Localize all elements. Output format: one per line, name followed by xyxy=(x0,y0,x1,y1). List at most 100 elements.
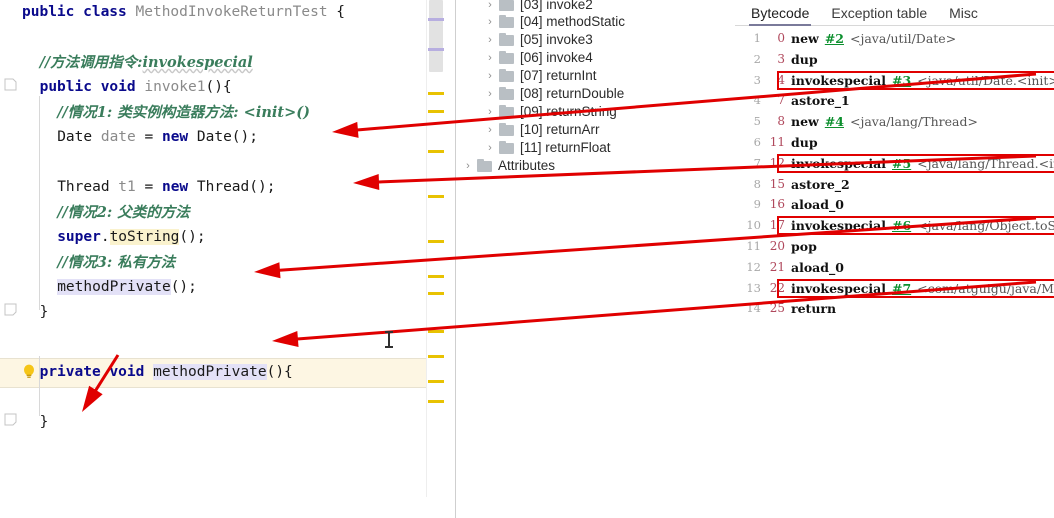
scrollbar-thumb[interactable] xyxy=(429,0,443,72)
warning-marker[interactable] xyxy=(428,292,444,295)
bytecode-row[interactable]: 13 22 invokespecial #7 <com/atguigu/java/Met… xyxy=(735,278,1054,299)
code-token: new xyxy=(161,179,197,195)
constant-pool-ref-link[interactable]: #2 xyxy=(825,31,844,46)
bytecode-row[interactable]: 5 8 new #4 <java/lang/Thread> xyxy=(735,111,1054,132)
bytecode-opcode-text: invokespecial xyxy=(791,218,886,234)
code-editor-pane[interactable]: public class MethodInvokeReturnTest {//方… xyxy=(0,0,452,497)
chevron-right-icon[interactable]: › xyxy=(482,103,498,121)
tree-item-label: Attributes xyxy=(498,158,556,173)
bytecode-opcode-text: dup xyxy=(791,135,818,150)
tree-item-label: [11] returnFloat xyxy=(520,140,611,155)
ide-window: public class MethodInvokeReturnTest {//方… xyxy=(0,0,1054,518)
warning-marker[interactable] xyxy=(428,355,444,358)
bytecode-tab-bar[interactable]: Bytecode Exception table Misc xyxy=(735,0,1054,26)
tree-item-11-returnfloat[interactable]: › [11] returnFloat xyxy=(456,139,611,157)
bytecode-row[interactable]: 14 25 return xyxy=(735,298,1054,319)
constant-pool-ref-link[interactable]: #7 xyxy=(892,281,911,296)
warning-marker[interactable] xyxy=(428,400,444,403)
warning-marker[interactable] xyxy=(428,240,444,243)
warning-marker[interactable] xyxy=(428,110,444,113)
bytecode-offset: 11 xyxy=(769,135,785,149)
tree-item-05-invoke3[interactable]: › [05] invoke3 xyxy=(456,31,593,49)
warning-marker[interactable] xyxy=(428,330,444,333)
info-marker[interactable] xyxy=(428,18,444,21)
folder-icon xyxy=(498,123,515,137)
bytecode-row[interactable]: 4 7 astore_1 xyxy=(735,90,1054,111)
chevron-right-icon[interactable]: › xyxy=(482,31,498,49)
chevron-right-icon[interactable]: › xyxy=(482,0,498,14)
bytecode-row[interactable]: 9 16 aload_0 xyxy=(735,194,1054,215)
tree-item-07-returnint[interactable]: › [07] returnInt xyxy=(456,67,596,85)
code-token: //情况2: 父类的方法 xyxy=(57,204,190,221)
tab-exception-table[interactable]: Exception table xyxy=(831,0,927,26)
info-marker[interactable] xyxy=(428,48,444,51)
constant-pool-ref-link[interactable]: #5 xyxy=(892,156,911,171)
bytecode-opcode-text: invokespecial xyxy=(791,155,886,171)
tree-item-04-methodstatic[interactable]: › [04] methodStatic xyxy=(456,13,625,31)
tab-misc[interactable]: Misc xyxy=(949,0,978,26)
bytecode-offset: 25 xyxy=(769,301,785,316)
folder-icon xyxy=(498,87,515,101)
tree-item-label: [03] invoke2 xyxy=(520,0,593,12)
code-token: Date(); xyxy=(196,129,258,145)
bytecode-row[interactable]: 6 11 dup xyxy=(735,132,1054,153)
bytecode-opcode-text: new xyxy=(791,31,819,46)
tree-item-03-invoke2[interactable]: › [03] invoke2 xyxy=(456,0,593,14)
warning-marker[interactable] xyxy=(428,275,444,278)
chevron-right-icon[interactable]: › xyxy=(482,67,498,85)
fold-marker-end-method-private[interactable] xyxy=(4,413,17,426)
bytecode-opcode: dup xyxy=(791,49,818,70)
bytecode-descriptor: <com/atguigu/java/Metho xyxy=(917,280,1054,296)
warning-marker[interactable] xyxy=(428,380,444,383)
fold-marker-end-invoke1[interactable] xyxy=(4,303,17,316)
chevron-right-icon[interactable]: › xyxy=(482,139,498,157)
chevron-right-icon[interactable]: › xyxy=(482,49,498,67)
warning-marker[interactable] xyxy=(428,92,444,95)
tree-item-08-returndouble[interactable]: › [08] returnDouble xyxy=(456,85,624,103)
code-token: date xyxy=(100,129,145,145)
chevron-right-icon[interactable]: › xyxy=(482,85,498,103)
bytecode-opcode: aload_0 xyxy=(791,194,844,215)
bytecode-opcode: invokespecial #3 <java/util/Date.<init>> xyxy=(791,70,1054,91)
bytecode-row[interactable]: 2 3 dup xyxy=(735,49,1054,70)
bytecode-line-number: 5 xyxy=(753,114,761,129)
code-line: } xyxy=(40,300,49,325)
bytecode-row[interactable]: 1 0 new #2 <java/util/Date> xyxy=(735,28,1054,49)
code-line: methodPrivate(); xyxy=(57,275,197,300)
editor-marker-scrollbar[interactable] xyxy=(426,0,452,497)
bytecode-offset: 4 xyxy=(777,72,785,87)
class-structure-tree-panel[interactable]: › [03] invoke2 › [04] methodStatic › [05] inv… xyxy=(455,0,732,518)
editor-gutter[interactable] xyxy=(0,0,22,497)
code-token: = xyxy=(144,129,162,145)
constant-pool-ref-link[interactable]: #3 xyxy=(892,73,911,88)
tree-item-10-returnarr[interactable]: › [10] returnArr xyxy=(456,121,599,139)
code-token: Thread xyxy=(57,179,119,195)
chevron-right-icon[interactable]: › xyxy=(482,13,498,31)
tree-item-09-returnstring[interactable]: › [09] returnString xyxy=(456,103,617,121)
constant-pool-ref-link[interactable]: #6 xyxy=(892,218,911,233)
bytecode-row[interactable]: 11 20 pop xyxy=(735,236,1054,257)
bytecode-opcode: aload_0 xyxy=(791,257,844,278)
tree-item-06-invoke4[interactable]: › [06] invoke4 xyxy=(456,49,593,67)
code-token: } xyxy=(39,414,49,430)
code-token: void xyxy=(100,79,145,95)
fold-marker-invoke1[interactable] xyxy=(4,78,17,91)
code-text-area[interactable]: public class MethodInvokeReturnTest {//方… xyxy=(22,0,422,497)
code-line: public class MethodInvokeReturnTest { xyxy=(22,0,345,25)
bytecode-opcode: dup xyxy=(791,132,818,153)
constant-pool-ref-link[interactable]: #4 xyxy=(825,114,844,129)
chevron-right-icon[interactable]: › xyxy=(482,121,498,139)
code-token: invokespecial xyxy=(142,54,253,71)
warning-marker[interactable] xyxy=(428,195,444,198)
bytecode-row[interactable]: 7 12 invokespecial #5 <java/lang/Thread.<ini… xyxy=(735,153,1054,174)
bytecode-row[interactable]: 12 21 aload_0 xyxy=(735,257,1054,278)
tab-bytecode[interactable]: Bytecode xyxy=(748,0,812,26)
bytecode-row[interactable]: 8 15 astore_2 xyxy=(735,174,1054,195)
bytecode-row[interactable]: 10 17 invokespecial #6 <java/lang/Object.toS… xyxy=(735,215,1054,236)
code-line: } xyxy=(40,410,49,435)
bytecode-row[interactable]: 3 4 invokespecial #3 <java/util/Date.<init>> xyxy=(735,70,1054,91)
tree-item-attributes[interactable]: › Attributes xyxy=(456,157,555,175)
warning-marker[interactable] xyxy=(428,150,444,153)
chevron-right-icon[interactable]: › xyxy=(460,157,476,175)
bytecode-line-number: 13 xyxy=(746,280,761,295)
